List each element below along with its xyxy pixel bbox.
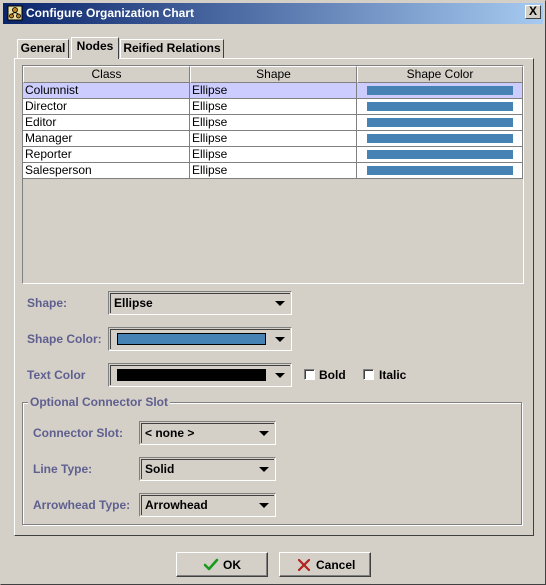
color-swatch <box>367 86 513 95</box>
arrowhead-type-label: Arrowhead Type: <box>33 498 131 512</box>
dialog-window: Configure Organization Chart X General N… <box>0 0 546 585</box>
table-cell-shape-color[interactable] <box>357 131 523 147</box>
tab-general[interactable]: General <box>17 39 69 58</box>
italic-label: Italic <box>379 368 407 382</box>
chevron-down-icon <box>275 373 285 378</box>
line-type-value: Solid <box>145 462 175 476</box>
arrowhead-type-dropdown[interactable]: Arrowhead <box>139 493 276 517</box>
connector-slot-value: < none > <box>145 426 195 440</box>
table-cell-shape-color[interactable] <box>357 99 523 115</box>
shape-color-swatch <box>117 333 266 345</box>
x-icon <box>297 558 311 572</box>
table-cell-shape-color[interactable] <box>357 147 523 163</box>
connector-slot-dropdown[interactable]: < none > <box>139 421 276 445</box>
table-cell-class[interactable]: Director <box>23 99 190 115</box>
table-cell-class[interactable]: Columnist <box>23 83 190 99</box>
table-row[interactable]: Salesperson Ellipse <box>23 163 523 179</box>
color-swatch <box>367 118 513 127</box>
chevron-down-icon <box>259 431 269 436</box>
color-swatch <box>367 166 513 175</box>
column-header-shape[interactable]: Shape <box>190 66 357 83</box>
bold-label: Bold <box>319 368 346 382</box>
tab-nodes-label: Nodes <box>76 39 114 53</box>
text-color-label: Text Color <box>27 368 86 382</box>
color-swatch <box>367 102 513 111</box>
connector-slot-label: Connector Slot: <box>33 426 123 440</box>
text-color-dropdown[interactable] <box>108 363 292 387</box>
table-cell-class[interactable]: Manager <box>23 131 190 147</box>
window-title: Configure Organization Chart <box>26 6 194 20</box>
table-row[interactable]: Editor Ellipse <box>23 115 523 131</box>
table-row[interactable]: Director Ellipse <box>23 99 523 115</box>
table-cell-class[interactable]: Editor <box>23 115 190 131</box>
color-swatch <box>367 150 513 159</box>
connector-group-title: Optional Connector Slot <box>28 395 170 409</box>
table-cell-shape[interactable]: Ellipse <box>190 83 357 99</box>
italic-checkbox[interactable] <box>363 369 374 380</box>
cancel-button-label: Cancel <box>316 558 356 572</box>
org-chart-icon <box>7 5 23 21</box>
column-header-shape-color[interactable]: Shape Color <box>357 66 523 83</box>
table-row[interactable]: Columnist Ellipse <box>23 83 523 99</box>
shape-dropdown-value: Ellipse <box>114 296 153 310</box>
tab-reified-relations[interactable]: Reified Relations <box>120 39 224 58</box>
shape-dropdown[interactable]: Ellipse <box>108 291 292 315</box>
table-cell-shape-color[interactable] <box>357 83 523 99</box>
table-cell-class[interactable]: Salesperson <box>23 163 190 179</box>
table-cell-shape[interactable]: Ellipse <box>190 115 357 131</box>
title-bar[interactable]: Configure Organization Chart X <box>3 3 543 24</box>
color-swatch <box>367 134 513 143</box>
tab-general-label: General <box>20 41 66 55</box>
table-row[interactable]: Reporter Ellipse <box>23 147 523 163</box>
chevron-down-icon <box>259 503 269 508</box>
column-header-class[interactable]: Class <box>23 66 190 83</box>
chevron-down-icon <box>275 337 285 342</box>
chevron-down-icon <box>275 301 285 306</box>
shape-color-label: Shape Color: <box>27 332 102 346</box>
table-cell-class[interactable]: Reporter <box>23 147 190 163</box>
ok-button[interactable]: OK <box>176 552 268 577</box>
close-icon: X <box>528 4 537 18</box>
table-cell-shape-color[interactable] <box>357 163 523 179</box>
line-type-label: Line Type: <box>33 462 93 476</box>
check-icon <box>203 558 219 571</box>
table-header: Class Shape Shape Color <box>23 66 523 83</box>
bold-checkbox[interactable] <box>304 369 315 380</box>
cancel-button[interactable]: Cancel <box>279 552 371 577</box>
table-cell-shape[interactable]: Ellipse <box>190 163 357 179</box>
close-button[interactable]: X <box>525 5 541 19</box>
shape-color-dropdown[interactable] <box>108 327 292 351</box>
table-cell-shape[interactable]: Ellipse <box>190 99 357 115</box>
text-color-swatch <box>117 369 266 381</box>
arrowhead-type-value: Arrowhead <box>145 498 208 512</box>
ok-button-label: OK <box>223 558 241 572</box>
tab-reified-relations-label: Reified Relations <box>123 41 221 55</box>
table-cell-shape-color[interactable] <box>357 115 523 131</box>
table-row[interactable]: Manager Ellipse <box>23 131 523 147</box>
tab-nodes[interactable]: Nodes <box>71 37 119 59</box>
class-table[interactable]: Class Shape Shape Color Columnist Ellipse… <box>22 65 524 284</box>
table-cell-shape[interactable]: Ellipse <box>190 131 357 147</box>
line-type-dropdown[interactable]: Solid <box>139 457 276 481</box>
table-cell-shape[interactable]: Ellipse <box>190 147 357 163</box>
chevron-down-icon <box>259 467 269 472</box>
shape-label: Shape: <box>27 296 68 310</box>
